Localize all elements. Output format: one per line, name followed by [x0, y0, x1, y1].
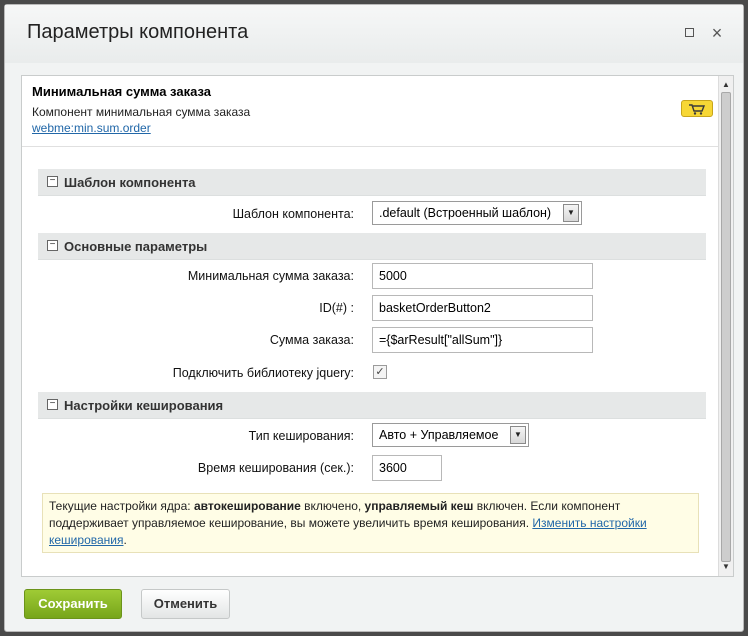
section-caching[interactable]: − Настройки кеширования — [38, 392, 706, 419]
template-select-value: .default (Встроенный шаблон) — [379, 206, 552, 220]
row-order-sum: Сумма заказа: — [22, 327, 720, 355]
id-label: ID(#) : — [319, 301, 354, 315]
save-button[interactable]: Сохранить — [24, 589, 122, 619]
component-description: Компонент минимальная сумма заказа — [32, 105, 251, 119]
component-code-link[interactable]: webme:min.sum.order — [32, 121, 151, 135]
note-text: Текущие настройки ядра: — [49, 499, 194, 513]
jquery-label: Подключить библиотеку jquery: — [172, 366, 354, 380]
header-divider — [22, 146, 720, 147]
cache-type-label: Тип кеширования: — [248, 429, 354, 443]
row-cache-type: Тип кеширования: Авто + Управляемое ▼ — [22, 423, 720, 451]
min-sum-input[interactable] — [372, 263, 593, 289]
dialog-titlebar[interactable]: Параметры компонента × — [5, 5, 743, 63]
row-id: ID(#) : — [22, 295, 720, 323]
scrollbar-thumb[interactable] — [721, 92, 731, 562]
dropdown-arrow-icon[interactable]: ▼ — [563, 204, 579, 222]
section-template[interactable]: − Шаблон компонента — [38, 169, 706, 196]
order-sum-input[interactable] — [372, 327, 593, 353]
dialog-content: Минимальная сумма заказа Компонент миним… — [21, 75, 734, 577]
section-title: Настройки кеширования — [64, 398, 224, 413]
template-select[interactable]: .default (Встроенный шаблон) ▼ — [372, 201, 582, 225]
collapse-icon[interactable]: − — [47, 176, 58, 187]
cancel-button[interactable]: Отменить — [141, 589, 230, 619]
row-min-sum: Минимальная сумма заказа: — [22, 263, 720, 291]
id-input[interactable] — [372, 295, 593, 321]
cart-icon — [681, 100, 713, 117]
scroll-down-icon[interactable]: ▼ — [721, 562, 731, 572]
maximize-icon[interactable] — [680, 23, 698, 43]
dropdown-arrow-icon[interactable]: ▼ — [510, 426, 526, 444]
vertical-scrollbar[interactable]: ▲ ▼ — [718, 76, 733, 576]
cache-type-select-value: Авто + Управляемое — [379, 428, 499, 442]
row-cache-time: Время кеширования (сек.): — [22, 455, 720, 483]
section-title: Основные параметры — [64, 239, 208, 254]
cache-type-select[interactable]: Авто + Управляемое ▼ — [372, 423, 529, 447]
cache-info-note: Текущие настройки ядра: автокеширование … — [42, 493, 699, 553]
jquery-checkbox[interactable]: ✓ — [373, 365, 387, 379]
note-bold-managed-cache: управляемый кеш — [364, 499, 474, 513]
scroll-up-icon[interactable]: ▲ — [721, 80, 731, 90]
note-text: . — [123, 533, 127, 547]
collapse-icon[interactable]: − — [47, 399, 58, 410]
min-sum-label: Минимальная сумма заказа: — [187, 269, 354, 283]
template-label: Шаблон компонента: — [232, 207, 354, 221]
note-bold-autocache: автокеширование — [193, 499, 301, 513]
collapse-icon[interactable]: − — [47, 240, 58, 251]
close-icon[interactable]: × — [708, 23, 726, 43]
component-name: Минимальная сумма заказа — [32, 84, 211, 99]
section-title: Шаблон компонента — [64, 175, 196, 190]
order-sum-label: Сумма заказа: — [269, 333, 354, 347]
component-params-dialog: Параметры компонента × Минимальная сумма… — [4, 4, 744, 632]
note-text: включено, — [300, 499, 365, 513]
row-template: Шаблон компонента: .default (Встроенный … — [22, 201, 720, 229]
row-jquery: Подключить библиотеку jquery: ✓ — [22, 360, 720, 388]
cache-time-input[interactable] — [372, 455, 442, 481]
section-main-params[interactable]: − Основные параметры — [38, 233, 706, 260]
component-header: Минимальная сумма заказа Компонент миним… — [32, 84, 712, 135]
cache-time-label: Время кеширования (сек.): — [197, 461, 354, 475]
dialog-title: Параметры компонента — [27, 21, 249, 43]
